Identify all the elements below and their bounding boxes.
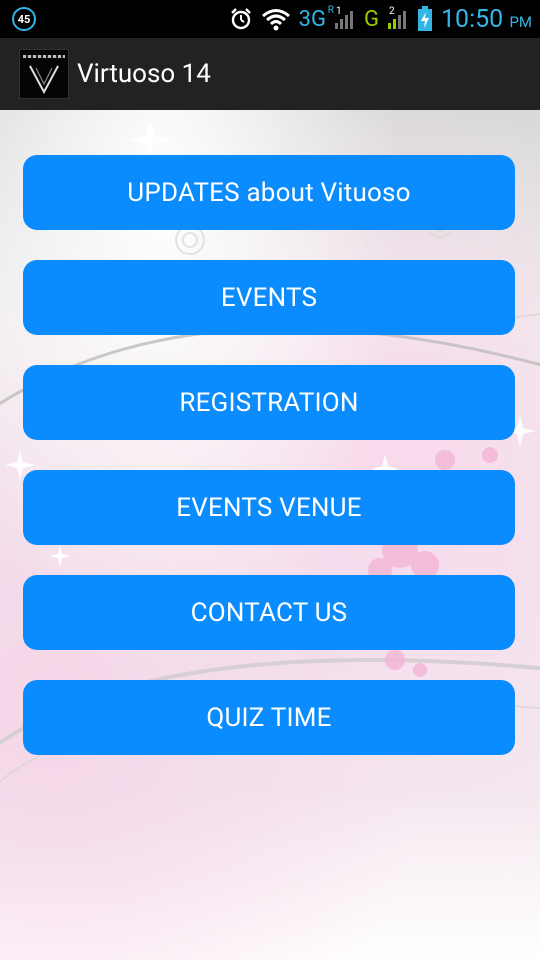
clock-ampm: PM (509, 12, 532, 31)
contact-us-button-label: CONTACT US (190, 597, 348, 628)
quiz-time-button-label: QUIZ TIME (206, 702, 332, 733)
events-venue-button[interactable]: EVENTS VENUE (23, 470, 515, 545)
sim2-label: 2 (388, 6, 395, 17)
status-bar: 45 3G R 1 G 2 10:50 PM (0, 0, 540, 38)
updates-button[interactable]: UPDATES about Vituoso (23, 155, 515, 230)
events-button[interactable]: EVENTS (23, 260, 515, 335)
app-title: Virtuoso 14 (77, 59, 211, 89)
network-3g-indicator: 3G R (298, 5, 334, 32)
events-button-label: EVENTS (220, 282, 318, 313)
wifi-icon (261, 7, 291, 31)
sim1-label: 1 (335, 6, 342, 17)
registration-button-label: REGISTRATION (179, 387, 359, 418)
updates-button-label: UPDATES about Vituoso (127, 177, 411, 208)
app-logo-icon[interactable] (19, 49, 69, 99)
action-bar: Virtuoso 14 (0, 38, 540, 110)
events-venue-button-label: EVENTS VENUE (176, 492, 362, 523)
status-icons: 3G R 1 G 2 10:50 PM (229, 0, 532, 38)
network-type-label: 3G (298, 6, 326, 32)
main-content: UPDATES about Vituoso EVENTS REGISTRATIO… (0, 110, 540, 960)
signal-sim1-icon: 1 (334, 6, 356, 31)
notification-badge: 45 (12, 7, 36, 31)
signal-sim2-icon: 2 (387, 6, 409, 31)
registration-button[interactable]: REGISTRATION (23, 365, 515, 440)
battery-charging-icon (417, 6, 433, 32)
contact-us-button[interactable]: CONTACT US (23, 575, 515, 650)
network-g-indicator: G (364, 7, 379, 32)
alarm-icon (229, 7, 253, 31)
notification-count: 45 (17, 12, 31, 26)
clock-time: 10:50 (440, 4, 504, 34)
quiz-time-button[interactable]: QUIZ TIME (23, 680, 515, 755)
status-clock: 10:50 PM (441, 5, 532, 34)
network2-type-label: G (363, 6, 379, 32)
